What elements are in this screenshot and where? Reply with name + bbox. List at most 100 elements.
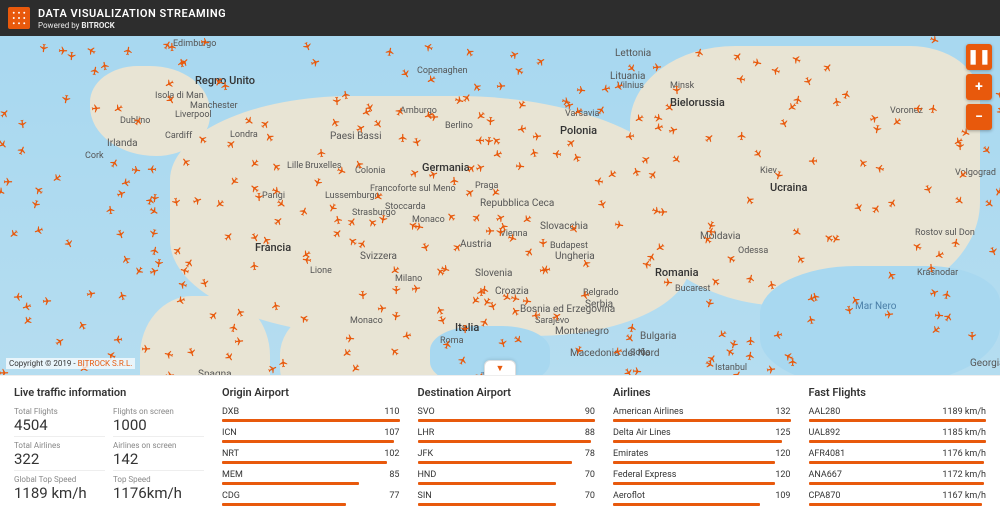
flight-marker-icon[interactable]: [417, 38, 430, 51]
flight-marker-icon[interactable]: [571, 348, 584, 361]
flight-marker-icon[interactable]: [508, 61, 522, 75]
flight-marker-icon[interactable]: [657, 62, 668, 73]
flight-marker-icon[interactable]: [135, 165, 146, 176]
flight-marker-icon[interactable]: [357, 294, 368, 305]
flight-marker-icon[interactable]: [170, 370, 181, 375]
flight-marker-icon[interactable]: [580, 86, 591, 97]
flight-marker-icon[interactable]: [737, 126, 747, 136]
flight-marker-icon[interactable]: [28, 180, 42, 194]
flight-marker-icon[interactable]: [434, 111, 444, 121]
flight-marker-icon[interactable]: [8, 292, 19, 303]
map-canvas[interactable]: Regno Unito Irlanda Francia Germania Pol…: [0, 36, 1000, 375]
flight-marker-icon[interactable]: [500, 81, 511, 92]
flight-marker-icon[interactable]: [150, 240, 162, 252]
flight-marker-icon[interactable]: [28, 203, 41, 216]
zoom-in-button[interactable]: +: [966, 74, 992, 100]
flight-marker-icon[interactable]: [671, 122, 683, 134]
flight-marker-icon[interactable]: [152, 262, 163, 273]
flight-marker-icon[interactable]: [57, 332, 71, 346]
flight-marker-icon[interactable]: [95, 103, 106, 114]
flight-marker-icon[interactable]: [988, 250, 1000, 263]
flight-marker-icon[interactable]: [449, 171, 460, 182]
flight-marker-icon[interactable]: [116, 233, 129, 246]
flight-marker-icon[interactable]: [238, 335, 249, 346]
flight-marker-icon[interactable]: [331, 101, 342, 112]
flight-marker-icon[interactable]: [770, 364, 781, 375]
flight-marker-icon[interactable]: [575, 290, 587, 302]
flight-marker-icon[interactable]: [536, 130, 547, 141]
flight-marker-icon[interactable]: [925, 257, 936, 268]
flight-marker-icon[interactable]: [527, 142, 539, 154]
flight-marker-icon[interactable]: [888, 309, 899, 320]
flight-marker-icon[interactable]: [8, 177, 18, 187]
flight-marker-icon[interactable]: [933, 36, 946, 48]
flight-marker-icon[interactable]: [66, 55, 77, 66]
flight-marker-icon[interactable]: [636, 367, 647, 375]
flight-marker-icon[interactable]: [479, 279, 490, 290]
flight-marker-icon[interactable]: [129, 269, 143, 283]
flight-marker-icon[interactable]: [513, 46, 526, 59]
flight-marker-icon[interactable]: [46, 174, 60, 188]
flight-marker-icon[interactable]: [951, 232, 963, 244]
flight-marker-icon[interactable]: [339, 84, 351, 96]
flight-marker-icon[interactable]: [702, 302, 714, 314]
flight-marker-icon[interactable]: [3, 230, 17, 244]
flight-marker-icon[interactable]: [793, 89, 805, 101]
flight-marker-icon[interactable]: [672, 89, 683, 100]
flight-marker-icon[interactable]: [90, 60, 102, 72]
flight-marker-icon[interactable]: [18, 139, 31, 152]
flight-marker-icon[interactable]: [1, 103, 15, 117]
flight-marker-icon[interactable]: [104, 200, 115, 211]
flight-marker-icon[interactable]: [939, 310, 950, 321]
flight-marker-icon[interactable]: [17, 317, 31, 331]
flight-marker-icon[interactable]: [63, 46, 73, 56]
flight-marker-icon[interactable]: [110, 152, 124, 166]
flight-marker-icon[interactable]: [386, 42, 398, 54]
flight-marker-icon[interactable]: [597, 99, 611, 113]
flight-marker-icon[interactable]: [710, 370, 721, 375]
flight-marker-icon[interactable]: [350, 334, 361, 345]
flight-marker-icon[interactable]: [830, 91, 842, 103]
flight-marker-icon[interactable]: [929, 98, 940, 109]
flight-marker-icon[interactable]: [745, 345, 757, 357]
flight-marker-icon[interactable]: [415, 282, 426, 293]
flight-marker-icon[interactable]: [663, 206, 673, 216]
flight-marker-icon[interactable]: [80, 41, 94, 55]
flight-marker-icon[interactable]: [844, 309, 856, 321]
flight-marker-icon[interactable]: [668, 277, 679, 288]
flight-marker-icon[interactable]: [315, 142, 326, 153]
flight-marker-icon[interactable]: [73, 314, 87, 328]
flight-marker-icon[interactable]: [90, 287, 102, 299]
flight-marker-icon[interactable]: [767, 330, 779, 342]
flight-marker-icon[interactable]: [382, 302, 393, 313]
flight-marker-icon[interactable]: [589, 174, 601, 186]
flight-marker-icon[interactable]: [391, 290, 401, 300]
flight-marker-icon[interactable]: [520, 162, 531, 173]
flight-marker-icon[interactable]: [543, 265, 554, 276]
flight-marker-icon[interactable]: [746, 330, 756, 340]
flight-marker-icon[interactable]: [0, 141, 13, 155]
flight-marker-icon[interactable]: [303, 45, 316, 58]
flight-marker-icon[interactable]: [967, 336, 977, 346]
flight-marker-icon[interactable]: [117, 248, 131, 262]
flight-marker-icon[interactable]: [172, 277, 184, 289]
flight-marker-icon[interactable]: [314, 54, 327, 67]
flight-marker-icon[interactable]: [420, 75, 434, 89]
flight-marker-icon[interactable]: [249, 256, 260, 267]
flight-marker-icon[interactable]: [15, 301, 28, 314]
flight-marker-icon[interactable]: [711, 330, 725, 344]
copyright-link[interactable]: BITROCK S.R.L.: [78, 359, 133, 368]
panel-toggle[interactable]: ▼: [484, 360, 516, 375]
flight-marker-icon[interactable]: [171, 201, 183, 213]
flight-marker-icon[interactable]: [167, 37, 177, 47]
flight-marker-icon[interactable]: [470, 135, 480, 145]
flight-marker-icon[interactable]: [525, 310, 537, 322]
flight-marker-icon[interactable]: [158, 347, 170, 359]
flight-marker-icon[interactable]: [376, 218, 388, 230]
flight-marker-icon[interactable]: [411, 141, 423, 153]
flight-marker-icon[interactable]: [619, 131, 630, 142]
flight-marker-icon[interactable]: [594, 83, 606, 95]
flight-marker-icon[interactable]: [205, 38, 216, 49]
flight-marker-icon[interactable]: [124, 40, 135, 51]
flight-marker-icon[interactable]: [253, 197, 263, 207]
